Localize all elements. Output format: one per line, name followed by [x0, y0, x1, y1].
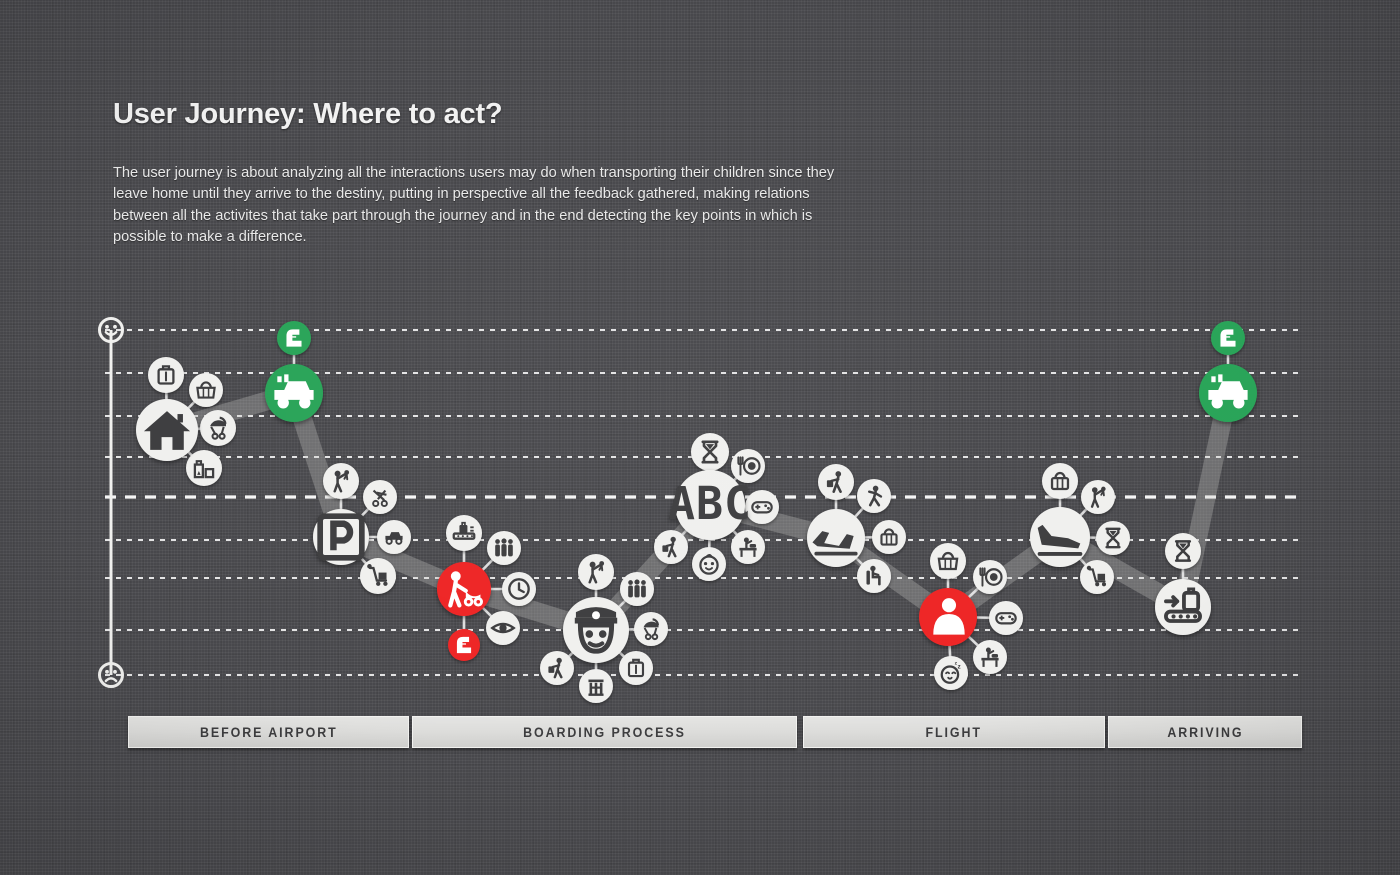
journey-node-stroller-walk-icon[interactable] [437, 562, 491, 616]
phase-bar-before-airport[interactable]: BEFORE AIRPORT [128, 716, 409, 748]
phase-bar-arriving[interactable]: ARRIVING [1108, 716, 1302, 748]
phase-bar-row: BEFORE AIRPORT BOARDING PROCESS FLIGHT ARRI… [0, 716, 1400, 750]
satellite-node-hourglass-icon[interactable] [1096, 521, 1130, 555]
satellite-node-traveller-icon[interactable] [654, 530, 688, 564]
family-icon [628, 579, 646, 598]
satellite-node-eye-icon[interactable] [486, 611, 520, 645]
journey-node-abc-icon[interactable]: ABC [668, 470, 752, 540]
satellite-node-family-icon[interactable] [487, 531, 521, 565]
journey-node-parking-icon[interactable] [313, 509, 369, 565]
main-node-group: ABC [136, 364, 1257, 663]
satellite-node-changing-table-icon[interactable] [731, 530, 765, 564]
satellite-node-changing-table-icon[interactable] [973, 640, 1007, 674]
satellite-node-hourglass-icon[interactable] [691, 433, 729, 471]
satellite-node-carseat-icon[interactable] [277, 321, 311, 355]
journey-node-plane-landing-icon[interactable] [1030, 507, 1090, 567]
node-circle [731, 530, 765, 564]
satellite-node-luggage-door-icon[interactable] [186, 450, 222, 486]
journey-node-car-icon[interactable] [265, 364, 323, 422]
node-circle [634, 612, 668, 646]
node-circle [189, 373, 223, 407]
satellite-node-cabinbag-icon[interactable] [872, 520, 906, 554]
node-circle [930, 543, 966, 579]
node-circle [872, 520, 906, 554]
satellite-node-suitcase-icon[interactable] [619, 651, 653, 685]
satellite-node-baby-sleep-icon[interactable]: zz [934, 656, 968, 690]
node-circle [1081, 480, 1115, 514]
phase-label: BEFORE AIRPORT [199, 724, 338, 740]
node-circle [277, 321, 311, 355]
node-circle [578, 554, 614, 590]
satellite-node-carseat-icon[interactable] [1211, 321, 1245, 355]
svg-text:z: z [957, 664, 960, 671]
satellite-node-scanner-icon[interactable] [446, 515, 482, 551]
node-circle [1080, 560, 1114, 594]
node-circle [360, 558, 396, 594]
phase-bar-flight[interactable]: FLIGHT [803, 716, 1105, 748]
satellite-node-trolley-icon[interactable] [360, 558, 396, 594]
journey-node-home-icon[interactable] [136, 399, 198, 461]
satellite-node-carseat-icon[interactable] [448, 629, 480, 661]
node-circle [934, 656, 968, 690]
node-circle [692, 547, 726, 581]
node-circle [1211, 321, 1245, 355]
node-circle [448, 629, 480, 661]
satellite-node-traveller-icon[interactable] [540, 651, 574, 685]
node-circle [323, 463, 359, 499]
satellite-node-carry-child-icon[interactable] [323, 463, 359, 499]
journey-node-plane-takeoff-icon[interactable] [807, 509, 865, 567]
satellite-node-suitcase-icon[interactable] [148, 357, 184, 393]
journey-node-police-icon[interactable] [563, 597, 629, 663]
satellite-node-gamepad-icon[interactable] [989, 601, 1023, 635]
satellite-node-meal-icon[interactable] [973, 560, 1007, 594]
journey-node-car-icon[interactable] [1199, 364, 1257, 422]
satellite-node-stroller-icon[interactable] [634, 612, 668, 646]
node-circle [1042, 463, 1078, 499]
satellite-node-carry-child-icon[interactable] [578, 554, 614, 590]
header: User Journey: Where to act? The user jou… [113, 98, 893, 248]
gate-icon [588, 679, 604, 696]
satellite-node-carry-child-icon[interactable] [1081, 480, 1115, 514]
satellite-node-babybag-icon[interactable] [189, 373, 223, 407]
ribbon-segment [1173, 391, 1238, 609]
satellite-node-cabinbag-icon[interactable] [1042, 463, 1078, 499]
satellite-node-babybag-icon[interactable] [930, 543, 966, 579]
satellite-node-gate-icon[interactable] [579, 669, 613, 703]
node-circle [973, 640, 1007, 674]
satellite-node-clock-icon[interactable] [502, 572, 536, 606]
satellite-node-traveller-icon[interactable] [818, 464, 854, 500]
node-circle [1030, 507, 1090, 567]
node-circle [807, 509, 865, 567]
satellite-node-family-icon[interactable] [620, 572, 654, 606]
satellite-node-baby-face-icon[interactable] [692, 547, 726, 581]
page-title: User Journey: Where to act? [113, 98, 503, 130]
phase-label: FLIGHT [925, 724, 983, 740]
satellite-node-walking-icon[interactable] [857, 479, 891, 513]
satellite-node-stroller-icon[interactable] [200, 410, 236, 446]
satellite-node-hourglass-icon[interactable] [1165, 533, 1201, 569]
abc-icon: ABC [668, 477, 752, 530]
satellite-node-trolley-icon[interactable] [1080, 560, 1114, 594]
phase-label: ARRIVING [1166, 724, 1244, 740]
phase-label: BOARDING PROCESS [523, 724, 686, 740]
satellite-node-fold-stroller-icon[interactable] [363, 480, 397, 514]
journey-node-baggage-belt-icon[interactable] [1155, 579, 1211, 635]
phase-bar-boarding-process[interactable]: BOARDING PROCESS [412, 716, 797, 748]
satellite-node-seated-icon[interactable] [857, 559, 891, 593]
satellite-node-shuttle-icon[interactable] [377, 520, 411, 554]
svg-text:ABC: ABC [668, 477, 752, 530]
journey-node-parent-baby-icon[interactable] [919, 588, 977, 646]
node-circle [200, 410, 236, 446]
family-icon [495, 538, 513, 557]
node-circle [989, 601, 1023, 635]
page-description: The user journey is about analyzing all … [113, 165, 835, 245]
